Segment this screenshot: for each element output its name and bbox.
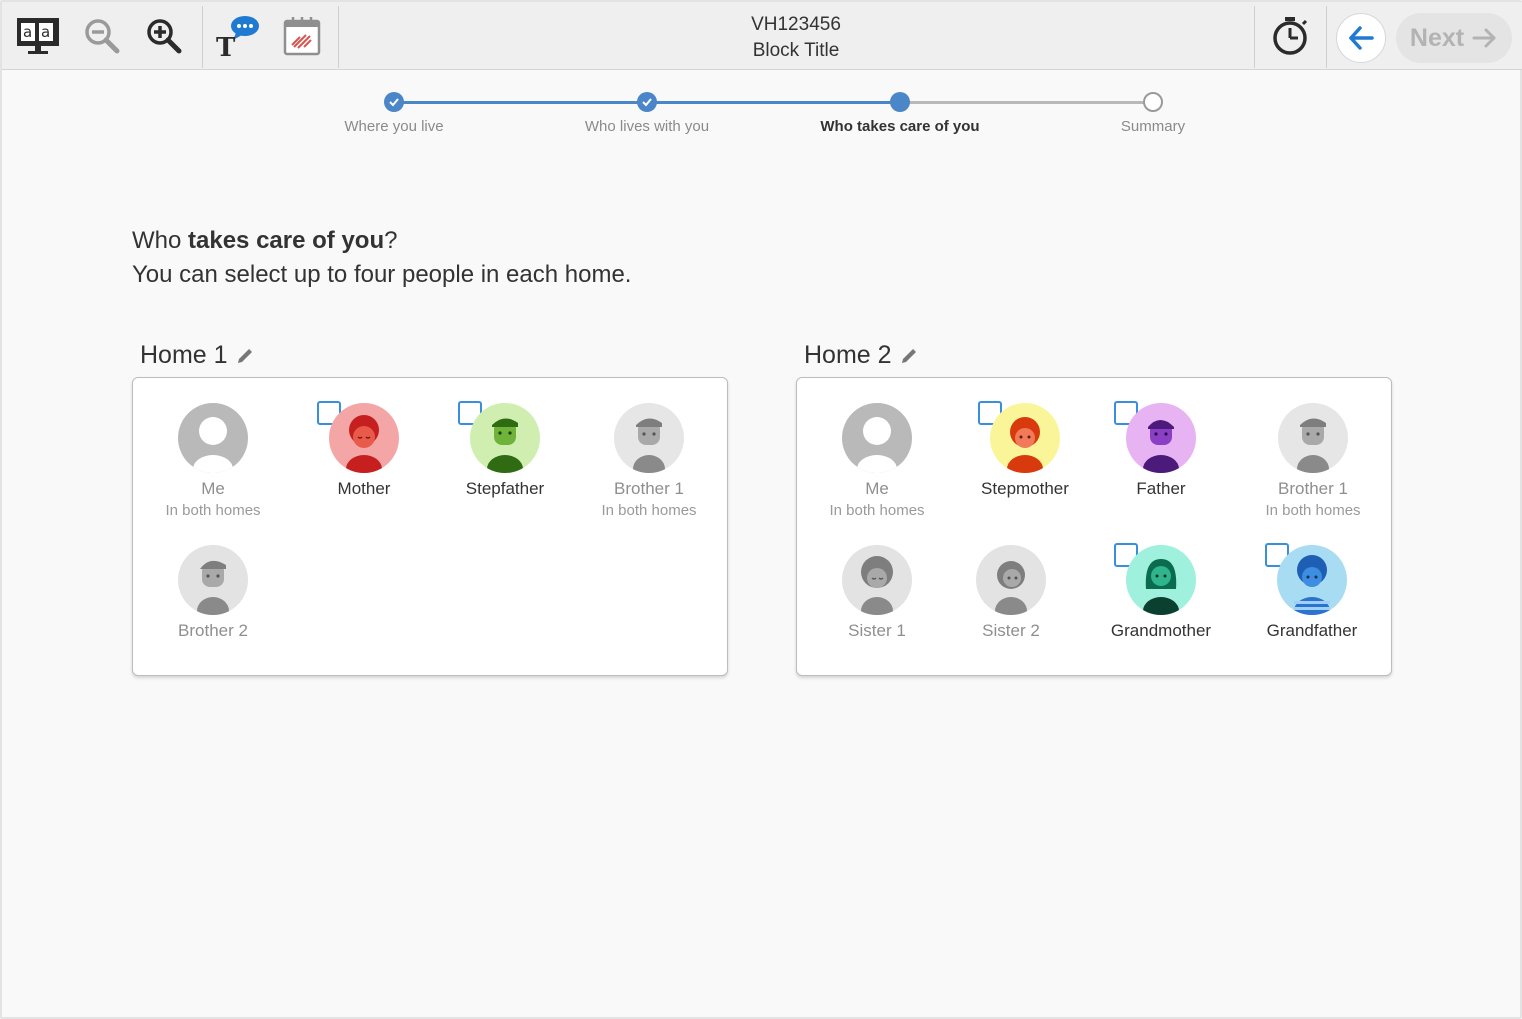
- person-sister-2: Sister 2: [936, 545, 1086, 641]
- toolbar-divider: [1254, 6, 1255, 68]
- step-label-summary: Summary: [1120, 118, 1186, 135]
- avatar-sister-2-icon: [976, 545, 1046, 615]
- progress-line-remaining: [900, 101, 1153, 104]
- back-arrow-icon: [1349, 26, 1374, 50]
- person-father[interactable]: Father: [1086, 401, 1236, 499]
- person-stepfather[interactable]: Stepfather: [430, 401, 580, 499]
- step-1-check-icon: [384, 92, 404, 112]
- block-header: VH123456 Block Title: [696, 12, 896, 64]
- toolbar-divider: [202, 6, 203, 68]
- toolbar-divider: [1326, 6, 1327, 68]
- avatar-stepfather-icon: [470, 403, 540, 473]
- person-mother[interactable]: Mother: [289, 401, 439, 499]
- avatar-mother-icon: [329, 403, 399, 473]
- avatar-grandfather-icon: [1277, 545, 1347, 615]
- text-to-speech-icon[interactable]: T: [214, 12, 262, 60]
- person-subtext: In both homes: [165, 502, 261, 519]
- home-2-label: Home 2: [804, 341, 892, 369]
- person-name: Grandfather: [1266, 621, 1358, 640]
- step-label-who-lives-with-you: Who lives with you: [584, 118, 710, 135]
- step-label-where-you-live: Where you live: [344, 118, 444, 135]
- home-1-panel: Me In both homes Mother Stepfather Broth…: [132, 377, 728, 676]
- toolbar-divider: [338, 6, 339, 68]
- person-brother-1: Brother 1 In both homes: [1238, 403, 1388, 519]
- step-2-check-icon: [637, 92, 657, 112]
- avatar-me-icon: [178, 403, 248, 473]
- person-subtext: In both homes: [601, 502, 697, 519]
- home-2-panel: Me In both homes Stepmother Father Broth…: [796, 377, 1392, 676]
- person-name: Brother 2: [178, 621, 248, 640]
- zoom-out-icon[interactable]: [78, 12, 126, 60]
- person-sister-1: Sister 1: [802, 545, 952, 641]
- back-button[interactable]: [1336, 13, 1386, 63]
- next-button[interactable]: Next: [1396, 13, 1512, 63]
- person-name: Father: [1136, 479, 1186, 498]
- person-name: Me: [865, 479, 889, 498]
- person-me: Me In both homes: [138, 403, 288, 519]
- home-2-title: Home 2: [804, 341, 918, 370]
- home-1-title: Home 1: [140, 341, 254, 370]
- person-brother-2: Brother 2: [138, 545, 288, 641]
- svg-text:a: a: [23, 23, 32, 41]
- toolbar: aa T VH123456 Block Title Next: [2, 2, 1522, 70]
- person-name: Grandmother: [1110, 621, 1212, 640]
- person-me: Me In both homes: [802, 403, 952, 519]
- person-name: Sister 2: [982, 621, 1040, 640]
- home-1-label: Home 1: [140, 341, 228, 369]
- person-name: Stepfather: [465, 479, 545, 498]
- calendar-icon[interactable]: [278, 12, 326, 60]
- person-grandmother[interactable]: Grandmother: [1086, 543, 1236, 641]
- person-stepmother[interactable]: Stepmother: [950, 401, 1100, 499]
- person-name: Mother: [337, 479, 391, 498]
- next-button-label: Next: [1409, 23, 1465, 52]
- block-id: VH123456: [751, 14, 841, 35]
- avatar-father-icon: [1126, 403, 1196, 473]
- translate-icon[interactable]: aa: [14, 12, 62, 60]
- zoom-in-icon[interactable]: [140, 12, 188, 60]
- person-brother-1: Brother 1 In both homes: [574, 403, 724, 519]
- person-name: Sister 1: [848, 621, 906, 640]
- edit-pencil-icon[interactable]: [900, 347, 918, 365]
- timer-icon[interactable]: [1266, 12, 1314, 60]
- person-name: Stepmother: [981, 479, 1069, 498]
- question-text: Who takes care of you? You can select up…: [132, 224, 631, 292]
- avatar-stepmother-icon: [990, 403, 1060, 473]
- avatar-grandmother-icon: [1126, 545, 1196, 615]
- person-grandfather[interactable]: Grandfather: [1237, 543, 1387, 641]
- block-title: Block Title: [752, 40, 840, 61]
- person-name: Me: [201, 479, 225, 498]
- avatar-me-icon: [842, 403, 912, 473]
- person-subtext: In both homes: [1265, 502, 1361, 519]
- step-label-who-takes-care-of-you: Who takes care of you: [820, 118, 980, 135]
- edit-pencil-icon[interactable]: [236, 347, 254, 365]
- person-name: Brother 1: [1278, 479, 1348, 498]
- step-4-empty-dot: [1143, 92, 1163, 112]
- step-3-current-dot: [890, 92, 910, 112]
- avatar-brother-1-icon: [614, 403, 684, 473]
- question-title: Who takes care of you?: [132, 227, 398, 254]
- svg-text:a: a: [41, 23, 50, 41]
- app-frame: aa T VH123456 Block Title Next Where you…: [0, 0, 1522, 1019]
- avatar-brother-1-icon: [1278, 403, 1348, 473]
- person-subtext: In both homes: [829, 502, 925, 519]
- svg-text:T: T: [216, 33, 236, 58]
- person-name: Brother 1: [614, 479, 684, 498]
- question-instruction: You can select up to four people in each…: [132, 261, 632, 288]
- next-arrow-icon: [1472, 28, 1496, 48]
- avatar-sister-1-icon: [842, 545, 912, 615]
- avatar-brother-2-icon: [178, 545, 248, 615]
